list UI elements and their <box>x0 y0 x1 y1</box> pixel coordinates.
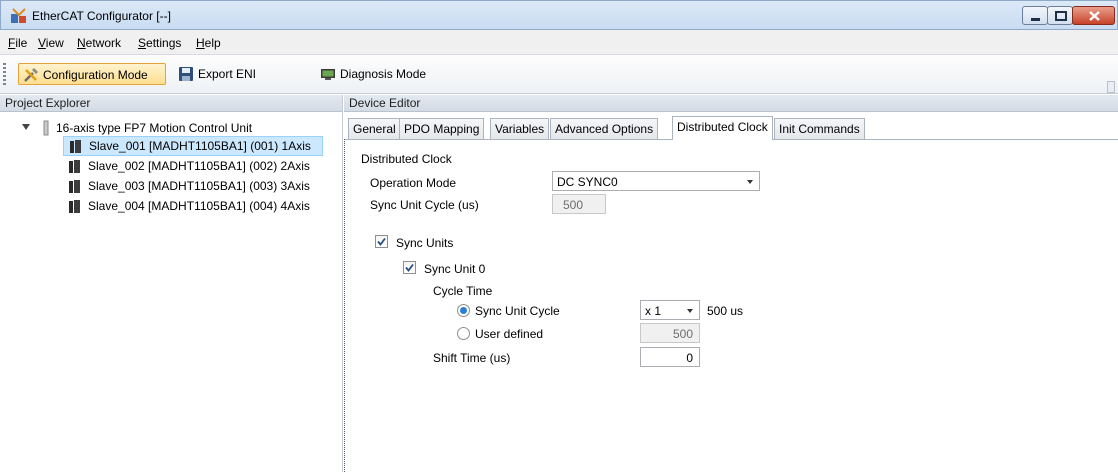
window-title: EtherCAT Configurator [--] <box>32 9 171 23</box>
tab-general[interactable]: General <box>348 118 401 139</box>
toolbar-grip[interactable] <box>3 63 6 85</box>
menu-file-label: ile <box>15 36 28 50</box>
tab-init-commands[interactable]: Init Commands <box>774 118 865 139</box>
project-explorer-panel: Project Explorer 16-axis type FP7 Motion… <box>0 95 343 472</box>
menu-help[interactable]: Help <box>196 36 221 50</box>
sync-unit-cycle-radio[interactable] <box>457 304 470 317</box>
minimize-icon <box>1031 18 1040 21</box>
menu-network-accel: N <box>77 36 86 50</box>
user-defined-cycle-value: 500 <box>672 327 693 341</box>
maximize-icon <box>1055 11 1067 21</box>
sync-unit-cycle-field: 500 <box>552 194 606 214</box>
collapse-arrow-icon[interactable] <box>22 123 30 131</box>
cycle-multiplier-select[interactable]: x 1 <box>640 300 700 320</box>
servo-drive-icon <box>69 180 80 193</box>
tab-strip: General PDO Mapping Variables Advanced O… <box>344 116 1118 140</box>
sync-unit-cycle-label: Sync Unit Cycle (us) <box>370 198 479 212</box>
tree-item-slave-001[interactable]: Slave_001 [MADHT1105BA1] (001) 1Axis <box>63 136 323 156</box>
menu-view-label: iew <box>45 36 64 50</box>
device-editor-header: Device Editor <box>344 95 1118 112</box>
tab-page-border <box>344 139 345 472</box>
tools-icon <box>24 68 38 82</box>
sync-units-label: Sync Units <box>396 236 454 250</box>
checkmark-icon <box>405 263 414 272</box>
project-explorer-header: Project Explorer <box>0 95 342 112</box>
menu-settings[interactable]: Settings <box>138 36 181 50</box>
tree-item-label: Slave_002 [MADHT1105BA1] (002) 2Axis <box>88 159 310 173</box>
sync-unit-cycle-value: 500 <box>563 198 584 212</box>
menu-settings-label: ettings <box>146 36 182 50</box>
shift-time-input[interactable]: 0 <box>640 347 700 367</box>
tree-item-slave-004[interactable]: Slave_004 [MADHT1105BA1] (004) 4Axis <box>63 197 323 217</box>
export-eni-button[interactable]: Export ENI <box>174 63 262 85</box>
export-eni-label: Export ENI <box>198 67 257 81</box>
toolbar: Configuration Mode Export ENI Diagnosis … <box>0 54 1118 94</box>
tree-item-slave-003[interactable]: Slave_003 [MADHT1105BA1] (003) 3Axis <box>63 177 323 197</box>
close-icon <box>1089 11 1100 21</box>
shift-time-label: Shift Time (us) <box>433 351 511 365</box>
cycle-multiplier-value: x 1 <box>645 304 662 318</box>
maximize-button[interactable] <box>1047 6 1073 25</box>
configuration-mode-label: Configuration Mode <box>43 68 148 82</box>
sync-unit-0-label: Sync Unit 0 <box>424 262 486 276</box>
save-disk-icon <box>179 67 193 81</box>
minimize-button[interactable] <box>1022 6 1048 25</box>
tab-advanced-options[interactable]: Advanced Options <box>550 118 659 139</box>
menu-bar: File View Network Settings Help <box>0 30 1118 54</box>
shift-time-value: 0 <box>686 351 693 365</box>
cycle-time-label: Cycle Time <box>433 284 493 298</box>
cycle-result-label: 500 us <box>707 304 744 318</box>
dc-section-title: Distributed Clock <box>361 152 452 166</box>
monitor-icon <box>321 69 335 80</box>
sync-unit-cycle-radio-label: Sync Unit Cycle <box>475 304 560 318</box>
device-editor-panel: Device Editor General PDO Mapping Variab… <box>344 95 1118 472</box>
menu-settings-accel: S <box>138 36 147 50</box>
menu-help-label: elp <box>204 36 221 50</box>
configuration-mode-button[interactable]: Configuration Mode <box>18 63 166 85</box>
user-defined-radio-label: User defined <box>475 327 544 341</box>
tab-distributed-clock[interactable]: Distributed Clock <box>672 116 773 140</box>
menu-view-accel: V <box>38 36 46 50</box>
menu-file[interactable]: File <box>8 36 27 50</box>
diagnosis-mode-label: Diagnosis Mode <box>340 67 427 81</box>
chevron-down-icon <box>687 309 693 313</box>
toolbar-overflow-button[interactable] <box>1107 81 1115 93</box>
tree-item-slave-002[interactable]: Slave_002 [MADHT1105BA1] (002) 2Axis <box>63 157 323 177</box>
close-button[interactable] <box>1072 6 1115 25</box>
operation-mode-select[interactable]: DC SYNC0 <box>552 171 760 191</box>
tree-root-node[interactable]: 16-axis type FP7 Motion Control Unit <box>22 119 322 137</box>
sync-unit-0-checkbox[interactable] <box>403 261 416 274</box>
servo-drive-icon <box>70 140 81 153</box>
menu-view[interactable]: View <box>38 36 64 50</box>
tree-item-label: Slave_004 [MADHT1105BA1] (004) 4Axis <box>88 199 310 213</box>
menu-help-accel: H <box>196 36 205 50</box>
chevron-down-icon <box>747 180 753 184</box>
servo-drive-icon <box>69 160 80 173</box>
user-defined-radio[interactable] <box>457 327 470 340</box>
tab-variables[interactable]: Variables <box>490 118 550 139</box>
user-defined-cycle-field: 500 <box>640 323 700 343</box>
tree-item-label: Slave_003 [MADHT1105BA1] (003) 3Axis <box>88 179 310 193</box>
tree-item-label: Slave_001 [MADHT1105BA1] (001) 1Axis <box>89 139 311 153</box>
checkmark-icon <box>377 237 386 246</box>
sync-units-checkbox[interactable] <box>375 235 388 248</box>
diagnosis-mode-button[interactable]: Diagnosis Mode <box>316 63 436 85</box>
title-bar: EtherCAT Configurator [--] <box>0 0 1118 30</box>
tab-pdo-mapping[interactable]: PDO Mapping <box>399 118 485 139</box>
operation-mode-value: DC SYNC0 <box>557 175 618 189</box>
servo-drive-icon <box>69 200 80 213</box>
menu-network[interactable]: Network <box>77 36 121 50</box>
menu-network-label: etwork <box>85 36 122 50</box>
ethercat-app-icon <box>11 8 26 23</box>
operation-mode-label: Operation Mode <box>370 176 457 190</box>
tree-root-label: 16-axis type FP7 Motion Control Unit <box>56 121 253 135</box>
controller-unit-icon <box>43 120 49 136</box>
